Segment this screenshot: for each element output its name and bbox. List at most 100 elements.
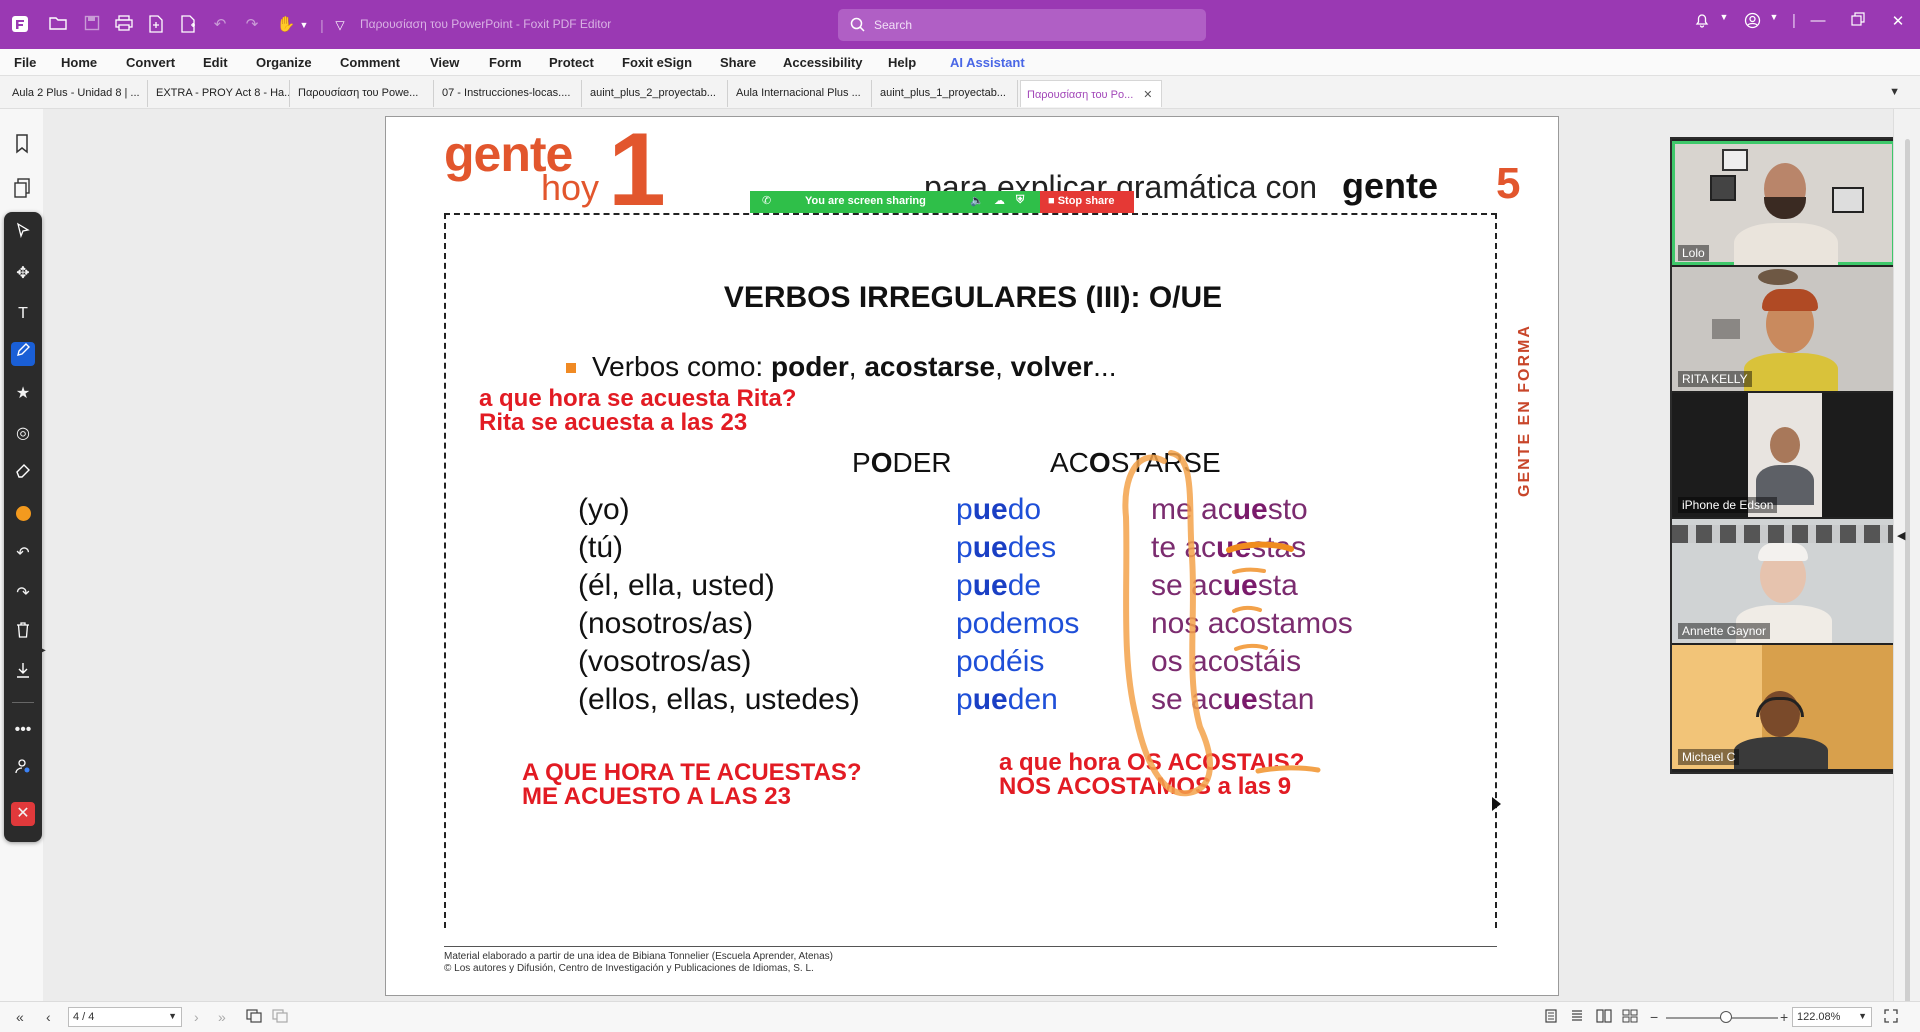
- zoom-out-icon[interactable]: −: [1650, 1009, 1658, 1025]
- participant-name: Lolo: [1678, 245, 1709, 261]
- conj-part: podéis: [956, 645, 1045, 678]
- more-options-icon[interactable]: •••: [11, 718, 35, 742]
- print-icon[interactable]: [114, 15, 134, 35]
- menu-accessibility[interactable]: Accessibility: [783, 55, 863, 70]
- search-box[interactable]: Search: [838, 9, 1206, 41]
- poder-vosotros: podéis: [956, 645, 1044, 679]
- user-settings-icon[interactable]: [11, 758, 35, 782]
- paste-page-icon[interactable]: [272, 1009, 288, 1026]
- tab-document-7[interactable]: auint_plus_1_proyectab...: [874, 80, 1018, 107]
- stop-share-button[interactable]: ■ Stop share: [1040, 191, 1134, 213]
- video-tile-iphone-de-edson[interactable]: iPhone de Edson: [1672, 393, 1895, 517]
- close-window-icon[interactable]: ✕: [1886, 12, 1910, 30]
- menu-file[interactable]: File: [14, 55, 36, 70]
- color-picker-icon[interactable]: [11, 502, 35, 526]
- first-page-icon[interactable]: «: [16, 1009, 24, 1025]
- pen-icon[interactable]: [11, 342, 35, 366]
- logo-hoy: hoy: [541, 167, 600, 208]
- menu-organize[interactable]: Organize: [256, 55, 312, 70]
- pdf-page[interactable]: gente hoy 1 para explicar gramática con …: [385, 116, 1559, 996]
- close-annotation-icon[interactable]: ✕: [11, 802, 35, 826]
- continuous-view-icon[interactable]: [1570, 1009, 1584, 1026]
- collapse-right-panel-icon[interactable]: ◀: [1897, 529, 1905, 542]
- last-page-icon[interactable]: »: [218, 1009, 226, 1025]
- close-tab-icon[interactable]: ✕: [1143, 89, 1152, 101]
- open-folder-icon[interactable]: [48, 15, 68, 35]
- facing-view-icon[interactable]: [1596, 1009, 1612, 1026]
- scrollbar-thumb[interactable]: [1905, 139, 1910, 1032]
- create-pdf-icon[interactable]: [146, 15, 166, 35]
- minimize-icon[interactable]: —: [1806, 12, 1830, 29]
- menu-help[interactable]: Help: [888, 55, 916, 70]
- restore-icon[interactable]: [1846, 12, 1870, 30]
- menu-foxit-esign[interactable]: Foxit eSign: [622, 55, 692, 70]
- zoom-slider[interactable]: [1666, 1011, 1778, 1023]
- bell-icon[interactable]: [1690, 12, 1714, 32]
- save-icon[interactable]: [82, 15, 102, 35]
- wall-frame: [1712, 319, 1740, 339]
- menu-share[interactable]: Share: [720, 55, 756, 70]
- account-icon[interactable]: [1740, 12, 1764, 33]
- page-dropdown-icon[interactable]: ▼: [168, 1011, 177, 1021]
- tab-document-4[interactable]: 07 - Instrucciones-locas....: [436, 80, 582, 107]
- copy-page-icon[interactable]: [246, 1009, 262, 1026]
- menu-home[interactable]: Home: [61, 55, 97, 70]
- conj-part: de: [1007, 569, 1042, 602]
- conj-part: p: [956, 531, 973, 564]
- single-page-view-icon[interactable]: [1544, 1009, 1558, 1026]
- download-icon[interactable]: [11, 662, 35, 686]
- redo-icon[interactable]: ↷: [242, 15, 262, 35]
- spotlight-icon[interactable]: ◎: [11, 422, 35, 446]
- move-icon[interactable]: ✥: [11, 262, 35, 286]
- video-tile-michael-c[interactable]: Michael C: [1672, 645, 1895, 769]
- trash-icon[interactable]: [11, 622, 35, 646]
- tab-document-1[interactable]: Aula 2 Plus - Unidad 8 | ...: [6, 80, 148, 107]
- fit-page-icon[interactable]: [1884, 1009, 1898, 1026]
- menu-ai-assistant[interactable]: AI Assistant: [950, 55, 1025, 70]
- tab-document-2[interactable]: EXTRA - PROY Act 8 - Ha...: [150, 80, 290, 107]
- menu-edit[interactable]: Edit: [203, 55, 228, 70]
- zoom-slider-knob[interactable]: [1720, 1011, 1732, 1023]
- tab-document-3[interactable]: Παρουσίαση του Powe...: [292, 80, 434, 107]
- previous-page-icon[interactable]: ‹: [46, 1009, 51, 1025]
- video-tile-lolo[interactable]: Lolo: [1672, 141, 1895, 265]
- eraser-icon[interactable]: [11, 462, 35, 486]
- menu-protect[interactable]: Protect: [549, 55, 594, 70]
- bookmark-icon[interactable]: [10, 134, 34, 158]
- continuous-facing-view-icon[interactable]: [1622, 1009, 1638, 1026]
- text-tool-icon[interactable]: T: [11, 302, 35, 326]
- acostarse-nosotros: nos acostamos: [1151, 607, 1353, 641]
- video-gallery: Lolo RITA KELLY iPhone de Edson Annette …: [1670, 137, 1897, 774]
- tab-document-5[interactable]: auint_plus_2_proyectab...: [584, 80, 728, 107]
- redo-annotation-icon[interactable]: ↷: [11, 582, 35, 606]
- hand-tool-icon[interactable]: ✋: [276, 15, 296, 35]
- zoom-level-field[interactable]: 122.08% ▼: [1792, 1007, 1872, 1027]
- menu-comment[interactable]: Comment: [340, 55, 400, 70]
- notifications-dropdown-icon[interactable]: ▼: [1712, 12, 1736, 22]
- customize-toolbar-icon[interactable]: ▽: [330, 15, 350, 35]
- menu-form[interactable]: Form: [489, 55, 522, 70]
- speaker-icon[interactable]: 🔈: [970, 194, 984, 207]
- select-arrow-icon[interactable]: [11, 222, 35, 246]
- menu-convert[interactable]: Convert: [126, 55, 175, 70]
- zoom-dropdown-icon[interactable]: ▼: [1858, 1011, 1867, 1021]
- video-tile-annette-gaynor[interactable]: Annette Gaynor: [1672, 519, 1895, 643]
- menu-view[interactable]: View: [430, 55, 459, 70]
- undo-annotation-icon[interactable]: ↶: [11, 542, 35, 566]
- hand-tool-dropdown-icon[interactable]: ▼: [294, 15, 314, 35]
- next-page-icon[interactable]: ›: [194, 1009, 199, 1025]
- star-icon[interactable]: ★: [11, 382, 35, 406]
- column-header-acostarse: ACOSTARSE: [1050, 447, 1221, 479]
- undo-icon[interactable]: ↶: [210, 15, 230, 35]
- pages-thumbnail-icon[interactable]: [10, 178, 34, 202]
- right-scrollbar[interactable]: ◀: [1893, 109, 1920, 1032]
- page-number-field[interactable]: 4 / 4 ▼: [68, 1007, 182, 1027]
- tab-document-6[interactable]: Aula Internacional Plus ...: [730, 80, 872, 107]
- header-part: STARSE: [1110, 447, 1221, 478]
- tab-list-dropdown-icon[interactable]: ▼: [1889, 86, 1900, 98]
- zoom-in-icon[interactable]: +: [1780, 1009, 1788, 1025]
- video-tile-rita-kelly[interactable]: RITA KELLY: [1672, 267, 1895, 391]
- header-part-bold: O: [1088, 447, 1111, 478]
- tab-document-8-active[interactable]: Παρουσίαση του Po... ✕: [1020, 80, 1162, 107]
- new-document-icon[interactable]: [178, 15, 198, 35]
